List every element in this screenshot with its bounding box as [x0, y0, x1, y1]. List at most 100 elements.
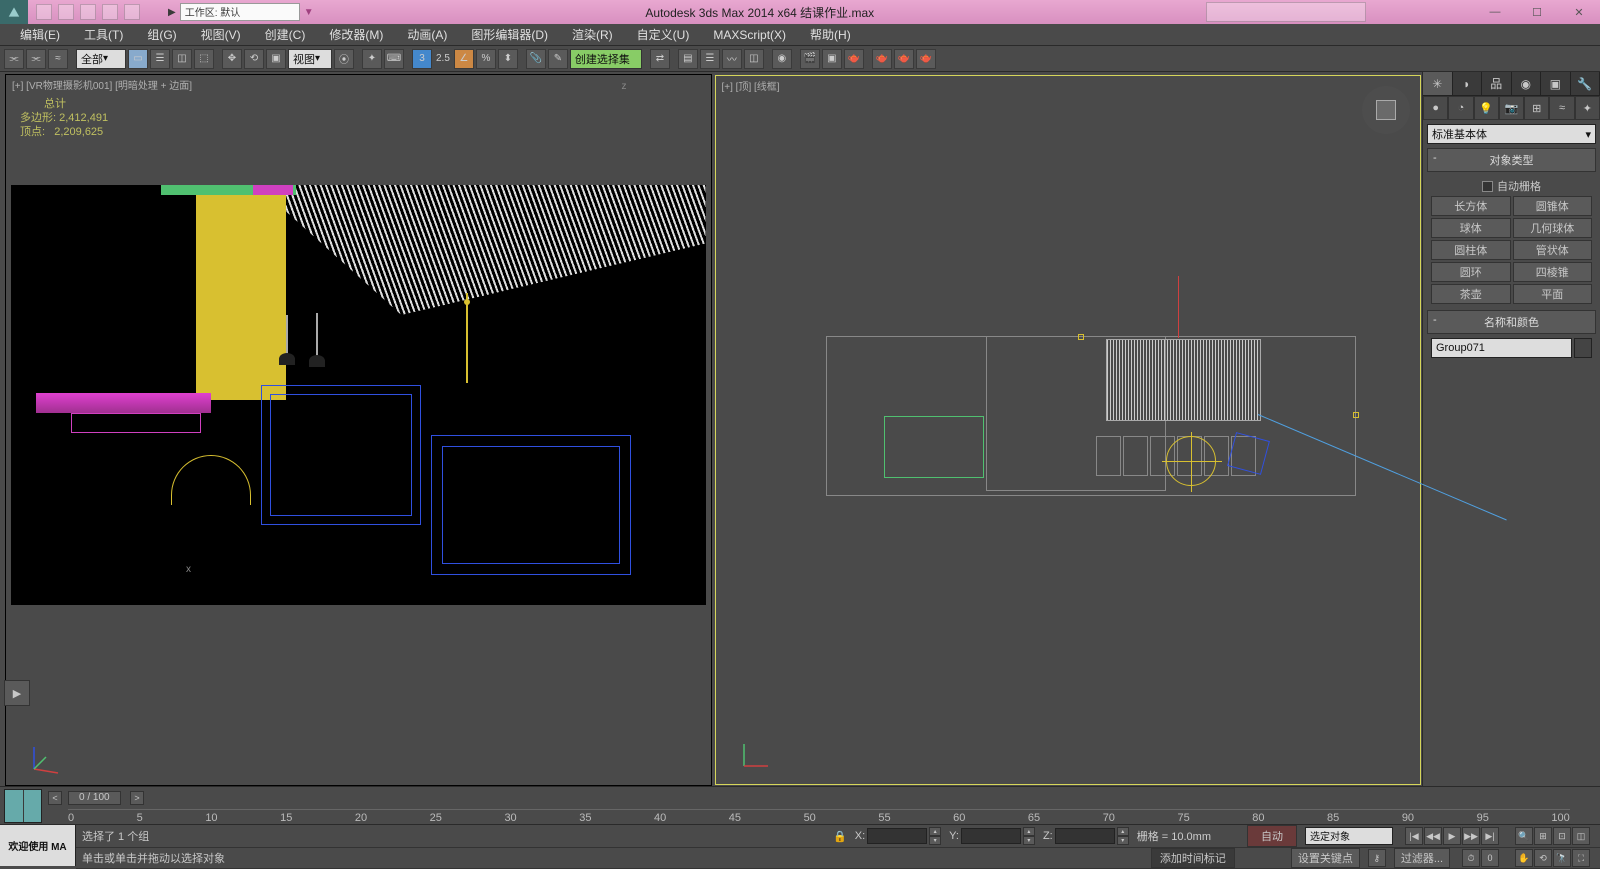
menu-grapheditors[interactable]: 图形编辑器(D) [459, 26, 560, 43]
time-config-icon[interactable]: ⏱ [1462, 849, 1480, 867]
object-name-input[interactable]: Group071 [1431, 338, 1572, 358]
add-time-tag-button[interactable]: 添加时间标记 [1151, 848, 1235, 868]
select-object-icon[interactable]: ▭ [128, 49, 148, 69]
sub-cameras-icon[interactable]: 📷 [1499, 96, 1524, 120]
layers-icon[interactable]: ☰ [700, 49, 720, 69]
new-icon[interactable] [36, 4, 52, 20]
workspace-selector[interactable]: ▶ 工作区: 默认 ▼ [168, 3, 314, 21]
viewport-camera[interactable]: [+] [VR物理摄影机001] [明暗处理 + 边面] 总计 多边形: 2,4… [5, 74, 712, 786]
render-icon[interactable]: 🫖 [844, 49, 864, 69]
btn-box[interactable]: 长方体 [1431, 196, 1511, 216]
app-logo-icon[interactable] [0, 0, 28, 24]
move-icon[interactable]: ✥ [222, 49, 242, 69]
menu-animation[interactable]: 动画(A) [395, 26, 459, 43]
keyboard-shortcut-icon[interactable]: ⌨ [384, 49, 404, 69]
menu-create[interactable]: 创建(C) [253, 26, 318, 43]
redo-icon[interactable] [124, 4, 140, 20]
maximize-viewport-icon[interactable]: ⛶ [1572, 849, 1590, 867]
viewport-label[interactable]: [+] [VR物理摄影机001] [明暗处理 + 边面] [12, 77, 192, 92]
menu-customize[interactable]: 自定义(U) [625, 26, 702, 43]
menu-views[interactable]: 视图(V) [189, 26, 253, 43]
render-setup-icon[interactable]: 🎬 [800, 49, 820, 69]
menu-help[interactable]: 帮助(H) [798, 26, 863, 43]
frame-input-icon[interactable]: 0 [1481, 849, 1499, 867]
btn-tube[interactable]: 管状体 [1513, 240, 1593, 260]
sub-systems-icon[interactable]: ✦ [1575, 96, 1600, 120]
minimize-button[interactable]: — [1474, 0, 1516, 24]
zoom-icon[interactable]: 🔍 [1515, 827, 1533, 845]
pivot-icon[interactable]: ⦿ [334, 49, 354, 69]
schematic-view-icon[interactable]: ◫ [744, 49, 764, 69]
tab-create-icon[interactable]: ✳ [1423, 72, 1453, 95]
select-by-name-icon[interactable]: ☰ [150, 49, 170, 69]
render-active-icon[interactable]: 🫖 [916, 49, 936, 69]
key-filter-dropdown[interactable]: 选定对象 [1305, 827, 1393, 845]
menu-edit[interactable]: 编辑(E) [8, 26, 72, 43]
timeline-config-icon[interactable] [4, 789, 42, 823]
btn-cylinder[interactable]: 圆柱体 [1431, 240, 1511, 260]
align-icon[interactable]: ▤ [678, 49, 698, 69]
frame-indicator[interactable]: 0 / 100 [68, 791, 121, 805]
sub-lights-icon[interactable]: 💡 [1474, 96, 1499, 120]
rollout-header[interactable]: -对象类型 [1427, 148, 1596, 172]
coord-y-input[interactable] [961, 828, 1021, 844]
angle-snap-icon[interactable]: ∠ [454, 49, 474, 69]
unlink-icon[interactable]: ⫘ [26, 49, 46, 69]
next-frame-icon[interactable]: > [130, 791, 144, 805]
key-mode-icon[interactable]: ⚷ [1368, 849, 1386, 867]
zoom-extents-icon[interactable]: ⊡ [1553, 827, 1571, 845]
bind-spacewarp-icon[interactable]: ≈ [48, 49, 68, 69]
lock-icon[interactable]: 🔒 [833, 830, 847, 843]
menu-tools[interactable]: 工具(T) [72, 26, 135, 43]
select-region-icon[interactable]: ◫ [172, 49, 192, 69]
selection-lock-icon[interactable]: 📎 [526, 49, 546, 69]
sub-shapes-icon[interactable]: ◔ [1448, 96, 1473, 120]
workspace-input[interactable]: 工作区: 默认 [180, 3, 300, 21]
ref-coord-dropdown[interactable]: 视图▾ [288, 49, 332, 69]
sub-helpers-icon[interactable]: ⊞ [1524, 96, 1549, 120]
viewport-label[interactable]: [+] [顶] [线框] [722, 78, 780, 93]
viewport-top[interactable]: [+] [顶] [线框] [715, 75, 1422, 785]
viewcube-icon[interactable] [1362, 86, 1410, 134]
btn-geosphere[interactable]: 几何球体 [1513, 218, 1593, 238]
tab-display-icon[interactable]: ▣ [1541, 72, 1571, 95]
curve-editor-icon[interactable]: 〰 [722, 49, 742, 69]
setkey-button[interactable]: 设置关键点 [1291, 848, 1360, 868]
selection-filter-dropdown[interactable]: 全部 ▾ [76, 49, 126, 69]
btn-torus[interactable]: 圆环 [1431, 262, 1511, 282]
fov-icon[interactable]: ◫ [1572, 827, 1590, 845]
play-animation-button[interactable]: ▶ [4, 680, 30, 706]
render-prod-icon[interactable]: 🫖 [872, 49, 892, 69]
time-slider[interactable]: < 0 / 100 > 0510152025303540455055606570… [48, 791, 1590, 821]
play-icon[interactable]: ▶ [1443, 827, 1461, 845]
rotate-icon[interactable]: ⟲ [244, 49, 264, 69]
save-icon[interactable] [80, 4, 96, 20]
percent-snap-icon[interactable]: % [476, 49, 496, 69]
object-color-swatch[interactable] [1574, 338, 1592, 358]
render-frame-icon[interactable]: ▣ [822, 49, 842, 69]
tab-utilities-icon[interactable]: 🔧 [1571, 72, 1600, 95]
maximize-button[interactable]: ☐ [1516, 0, 1558, 24]
material-editor-icon[interactable]: ◉ [772, 49, 792, 69]
goto-end-icon[interactable]: ▶| [1481, 827, 1499, 845]
pan-icon[interactable]: ✋ [1515, 849, 1533, 867]
window-crossing-icon[interactable]: ⬚ [194, 49, 214, 69]
next-key-icon[interactable]: ▶▶ [1462, 827, 1480, 845]
prev-frame-icon[interactable]: < [48, 791, 62, 805]
coord-x-input[interactable] [867, 828, 927, 844]
favorites-icon[interactable] [1432, 4, 1448, 20]
orbit-icon[interactable]: ⟲ [1534, 849, 1552, 867]
btn-plane[interactable]: 平面 [1513, 284, 1593, 304]
spinner-snap-icon[interactable]: ⬍ [498, 49, 518, 69]
btn-cone[interactable]: 圆锥体 [1513, 196, 1593, 216]
btn-pyramid[interactable]: 四棱锥 [1513, 262, 1593, 282]
close-button[interactable]: ✕ [1558, 0, 1600, 24]
sub-spacewarps-icon[interactable]: ≈ [1549, 96, 1574, 120]
autogrid-checkbox[interactable]: 自动栅格 [1431, 176, 1592, 196]
mirror-icon[interactable]: ⇄ [650, 49, 670, 69]
dolly-icon[interactable]: 🔭 [1553, 849, 1571, 867]
rollout-header[interactable]: -名称和颜色 [1427, 310, 1596, 334]
named-selection-dropdown[interactable]: 创建选择集 [570, 49, 642, 69]
prev-key-icon[interactable]: ◀◀ [1424, 827, 1442, 845]
edit-named-sel-icon[interactable]: ✎ [548, 49, 568, 69]
